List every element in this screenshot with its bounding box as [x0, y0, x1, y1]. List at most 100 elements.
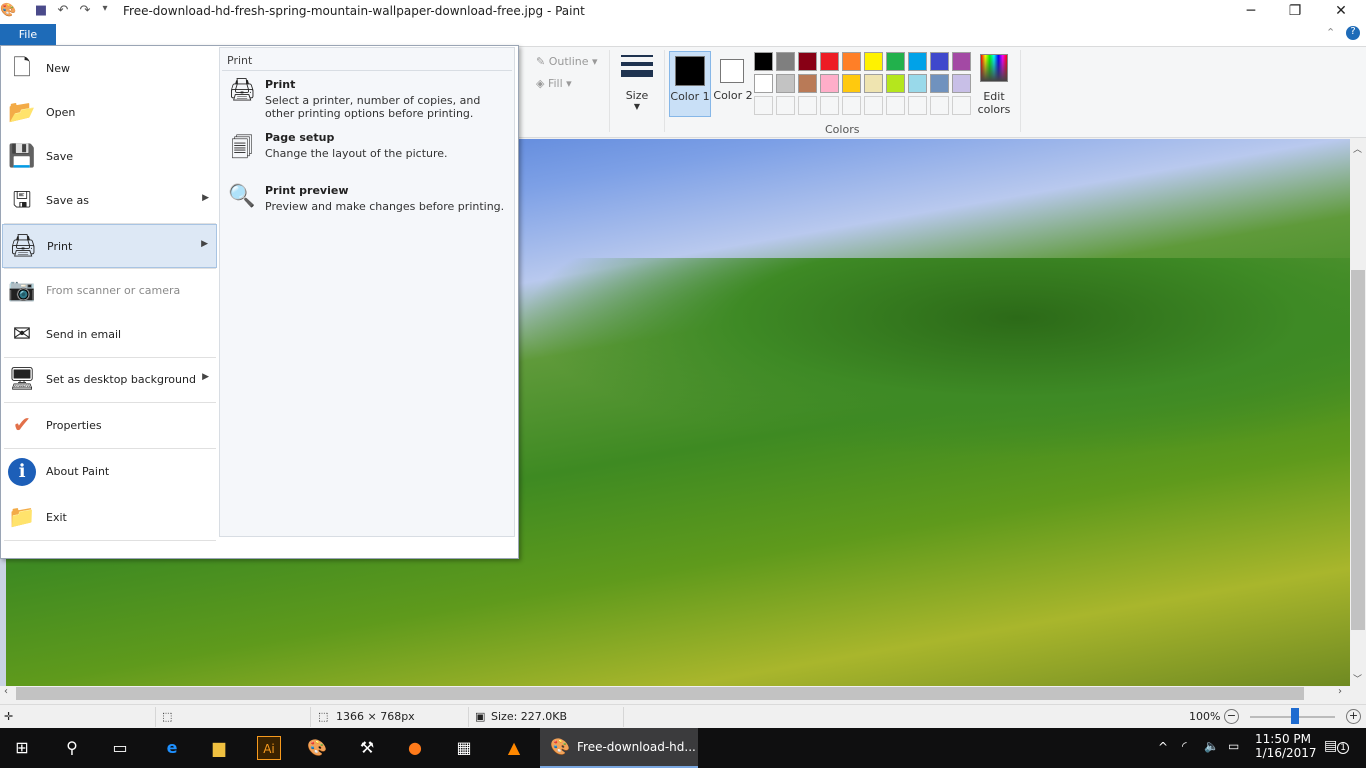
- firefox-icon[interactable]: ●: [403, 736, 427, 760]
- taskbar-active-paint[interactable]: 🎨 Free-download-hd...: [540, 728, 698, 768]
- submenu-page-setup[interactable]: 🗐 Page setup Change the layout of the pi…: [226, 131, 511, 165]
- search-icon[interactable]: ⚲: [60, 736, 84, 760]
- zoom-slider-thumb[interactable]: [1290, 708, 1299, 724]
- custom-color-slot[interactable]: [952, 96, 971, 115]
- scroll-right-icon[interactable]: ›: [1338, 686, 1342, 697]
- custom-color-slot[interactable]: [798, 96, 817, 115]
- palette-swatch[interactable]: [908, 74, 927, 93]
- outline-button[interactable]: ✎ Outline ▾: [536, 55, 598, 68]
- paint-taskbar-icon[interactable]: 🎨: [305, 736, 329, 760]
- palette-swatch[interactable]: [842, 74, 861, 93]
- action-center-icon[interactable]: ▤ 1: [1324, 738, 1349, 754]
- palette-swatch[interactable]: [864, 74, 883, 93]
- fill-button[interactable]: ◈ Fill ▾: [536, 77, 572, 90]
- submenu-item-desc: Preview and make changes before printing…: [265, 200, 505, 213]
- minimize-button[interactable]: ─: [1228, 0, 1274, 24]
- wifi-icon[interactable]: ◜: [1182, 739, 1187, 753]
- palette-swatch[interactable]: [886, 74, 905, 93]
- file-menu-item-properties[interactable]: ✔ Properties: [2, 404, 217, 448]
- submenu-print[interactable]: 🖨 Print Select a printer, number of copi…: [226, 78, 511, 124]
- scroll-down-icon[interactable]: ﹀: [1353, 672, 1362, 685]
- close-button[interactable]: ✕: [1318, 0, 1364, 24]
- palette-swatch[interactable]: [820, 74, 839, 93]
- custom-color-slot[interactable]: [864, 96, 883, 115]
- file-menu-item-print[interactable]: 🖨 Print ▶: [2, 224, 217, 268]
- show-hidden-icons[interactable]: ^: [1158, 740, 1168, 754]
- battery-icon[interactable]: ▭: [1228, 739, 1239, 753]
- file-menu-item-exit[interactable]: 📁 Exit: [2, 496, 217, 540]
- undo-icon[interactable]: ↶: [55, 3, 71, 19]
- file-menu-item-set-as-desktop-background[interactable]: 🖥 Set as desktop background ▶: [2, 358, 217, 402]
- color1-button[interactable]: Color 1: [669, 51, 711, 117]
- palette-swatch[interactable]: [864, 52, 883, 71]
- submenu-print-preview[interactable]: 🔍 Print preview Preview and make changes…: [226, 184, 511, 218]
- custom-color-slot[interactable]: [886, 96, 905, 115]
- horizontal-scroll-thumb[interactable]: [16, 687, 1304, 700]
- redo-icon[interactable]: ↷: [77, 3, 93, 19]
- task-view-icon[interactable]: ▭: [108, 736, 132, 760]
- clock[interactable]: 11:50 PM 1/16/2017: [1255, 732, 1317, 760]
- ribbon-tabs: [0, 24, 1366, 46]
- scroll-up-icon[interactable]: ︿: [1353, 142, 1362, 155]
- file-menu-item-send-in-email[interactable]: ✉ Send in email: [2, 313, 217, 357]
- palette-swatch[interactable]: [776, 74, 795, 93]
- image-dimensions: 1366 × 768px: [336, 710, 415, 723]
- palette-swatch[interactable]: [886, 52, 905, 71]
- palette-swatch[interactable]: [908, 52, 927, 71]
- custom-color-slot[interactable]: [908, 96, 927, 115]
- colors-group-label: Colors: [825, 123, 860, 136]
- divider: [623, 707, 624, 727]
- palette-swatch[interactable]: [930, 52, 949, 71]
- custom-color-slot[interactable]: [776, 96, 795, 115]
- calculator-icon[interactable]: ▦: [452, 736, 476, 760]
- file-menu-item-save-as[interactable]: 🖫 Save as ▶: [2, 179, 217, 223]
- palette-swatch[interactable]: [754, 74, 773, 93]
- palette-swatch[interactable]: [952, 52, 971, 71]
- color1-label: Color 1: [670, 90, 710, 103]
- size-label: Size: [625, 89, 649, 102]
- palette-swatch[interactable]: [952, 74, 971, 93]
- help-icon[interactable]: ?: [1346, 26, 1360, 40]
- scroll-left-icon[interactable]: ‹: [4, 686, 8, 697]
- paint-app-icon[interactable]: 🎨: [0, 3, 16, 19]
- palette-swatch[interactable]: [776, 52, 795, 71]
- divider: [4, 448, 216, 449]
- edge-icon[interactable]: e: [160, 736, 184, 760]
- palette-swatch[interactable]: [798, 52, 817, 71]
- size-button[interactable]: Size ▼: [617, 50, 657, 114]
- start-windows-icon[interactable]: ⊞: [10, 736, 34, 760]
- save-icon[interactable]: ■: [33, 3, 49, 19]
- zoom-out-button[interactable]: −: [1224, 709, 1239, 724]
- palette-swatch[interactable]: [820, 52, 839, 71]
- illustrator-icon[interactable]: Ai: [257, 736, 281, 760]
- file-menu-item-about-paint[interactable]: ℹ About Paint: [2, 450, 217, 494]
- divider: [310, 707, 311, 727]
- maximize-button[interactable]: ❐: [1272, 0, 1318, 24]
- file-explorer-icon[interactable]: ▆: [207, 736, 231, 760]
- customize-quick-access-icon[interactable]: ▾: [97, 3, 113, 19]
- palette-swatch[interactable]: [842, 52, 861, 71]
- palette-swatch[interactable]: [930, 74, 949, 93]
- edit-colors-button[interactable]: Edit colors: [975, 52, 1013, 118]
- volume-icon[interactable]: 🔈: [1204, 739, 1219, 753]
- collapse-ribbon-icon[interactable]: ⌃: [1326, 26, 1335, 39]
- checkmark-icon: ✔: [12, 413, 32, 438]
- file-menu-item-new[interactable]: 🗋 New: [2, 47, 217, 91]
- zoom-in-button[interactable]: +: [1346, 709, 1361, 724]
- file-menu-item-save[interactable]: 💾 Save: [2, 135, 217, 179]
- custom-color-slot[interactable]: [754, 96, 773, 115]
- printer-icon: 🖨: [228, 78, 256, 103]
- vertical-scroll-thumb[interactable]: [1351, 270, 1365, 630]
- palette-swatch[interactable]: [798, 74, 817, 93]
- file-tab[interactable]: File: [0, 24, 56, 45]
- tools-icon[interactable]: ⚒: [355, 736, 379, 760]
- vlc-icon[interactable]: ▲: [502, 736, 526, 760]
- palette-swatch[interactable]: [754, 52, 773, 71]
- menu-item-label: Set as desktop background: [46, 373, 196, 386]
- custom-color-slot[interactable]: [842, 96, 861, 115]
- custom-color-slot[interactable]: [930, 96, 949, 115]
- color2-button[interactable]: Color 2: [713, 51, 753, 117]
- file-menu-item-open[interactable]: 📂 Open: [2, 91, 217, 135]
- menu-item-label: Exit: [46, 511, 67, 524]
- custom-color-slot[interactable]: [820, 96, 839, 115]
